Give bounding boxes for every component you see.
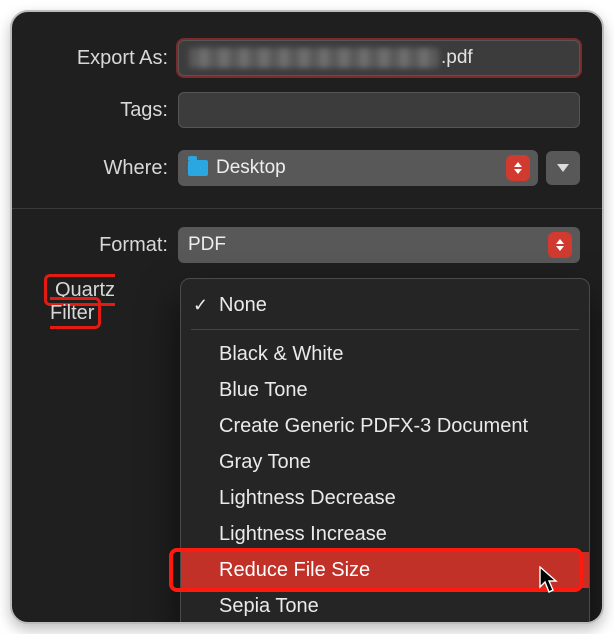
filename-suffix: .pdf	[441, 47, 473, 69]
tags-field[interactable]	[178, 92, 580, 128]
menu-item-blue-tone[interactable]: Blue Tone	[181, 372, 589, 408]
tags-label: Tags:	[12, 99, 178, 122]
menu-item-sepia-tone[interactable]: Sepia Tone	[181, 588, 589, 624]
stepper-icon	[506, 155, 530, 181]
export-as-field[interactable]: .pdf	[178, 40, 580, 76]
export-as-label: Export As:	[12, 47, 178, 70]
menu-item-lightness-decrease[interactable]: Lightness Decrease	[181, 480, 589, 516]
format-label: Format:	[12, 234, 178, 257]
where-row: Where: Desktop	[12, 142, 602, 194]
export-as-row: Export As: .pdf	[12, 32, 602, 84]
folder-icon	[188, 160, 208, 176]
where-value: Desktop	[216, 157, 286, 179]
menu-separator	[191, 329, 579, 330]
section-divider	[12, 208, 602, 209]
menu-item-create-generic-pdfx-3-document[interactable]: Create Generic PDFX-3 Document	[181, 408, 589, 444]
menu-item-reduce-file-size[interactable]: Reduce File Size	[181, 552, 589, 588]
where-popup[interactable]: Desktop	[178, 150, 538, 186]
quartz-filter-label: Quartz Filter	[44, 274, 115, 329]
export-dialog: Export As: .pdf Tags: Where: Deskt	[10, 10, 604, 624]
quartz-filter-menu[interactable]: None Black & WhiteBlue ToneCreate Generic…	[180, 278, 590, 624]
stepper-icon	[548, 232, 572, 258]
filename-redacted	[189, 48, 439, 68]
format-popup[interactable]: PDF	[178, 227, 580, 263]
menu-item-gray-tone[interactable]: Gray Tone	[181, 444, 589, 480]
menu-item-lightness-increase[interactable]: Lightness Increase	[181, 516, 589, 552]
chevron-down-icon	[557, 164, 569, 172]
where-label: Where:	[12, 157, 178, 180]
expand-save-button[interactable]	[546, 151, 580, 185]
tags-row: Tags:	[12, 84, 602, 136]
format-row: Format: PDF	[12, 219, 602, 271]
menu-item-black-white[interactable]: Black & White	[181, 336, 589, 372]
menu-item-none[interactable]: None	[181, 287, 589, 323]
format-value: PDF	[188, 234, 226, 256]
